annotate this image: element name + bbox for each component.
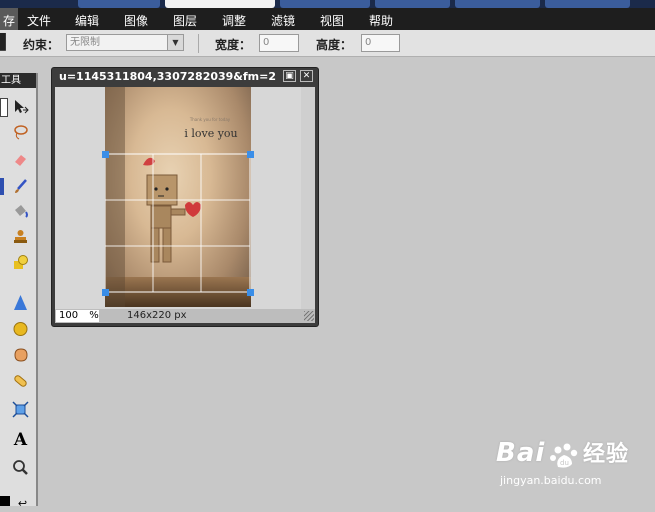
watermark-brand: Bai xyxy=(496,438,546,468)
eraser-tool-icon[interactable] xyxy=(12,151,29,168)
browser-tab-strip xyxy=(0,0,655,8)
svg-text:du: du xyxy=(560,459,569,467)
menu-file[interactable]: 文件 xyxy=(27,12,51,29)
crop-handle-bottom-right[interactable] xyxy=(247,289,254,296)
watermark-url: jingyan.baidu.com xyxy=(500,474,602,487)
divider xyxy=(198,34,199,53)
height-input[interactable]: 0 xyxy=(361,34,400,52)
zoom-value: 100 xyxy=(59,310,79,321)
brush-tool-icon[interactable] xyxy=(12,178,29,195)
menu-image[interactable]: 图像 xyxy=(124,12,148,29)
tab-4[interactable] xyxy=(375,0,450,8)
zoom-field[interactable]: 100 % xyxy=(56,310,99,322)
crop-tool-icon[interactable] xyxy=(0,98,8,117)
options-bar: ▌ 约束： 无限制 ▼ 宽度： 0 高度： 0 xyxy=(0,30,655,57)
width-label: 宽度： xyxy=(215,38,252,52)
text-tool-icon[interactable]: A xyxy=(12,432,29,449)
triangle-tool-icon[interactable] xyxy=(12,294,29,311)
image-dimensions: 146x220 px xyxy=(127,310,187,321)
tools-panel: 工具 A ↩ xyxy=(0,73,38,510)
zoom-tool-icon[interactable] xyxy=(12,459,29,476)
crop-selection[interactable] xyxy=(105,87,251,307)
foreground-color-swatch[interactable] xyxy=(0,496,10,506)
tab-3[interactable] xyxy=(280,0,370,8)
transform-tool-icon[interactable] xyxy=(12,401,29,418)
smudge-tool-icon[interactable] xyxy=(12,346,29,363)
close-icon[interactable]: ✕ xyxy=(300,70,313,82)
menu-view[interactable]: 视图 xyxy=(320,12,344,29)
maximize-icon[interactable]: ▣ xyxy=(283,70,296,82)
move-tool-icon[interactable] xyxy=(12,98,29,115)
image-window[interactable]: u=1145311804,3307282039&fm=2 ▣ ✕ Thank y… xyxy=(51,67,319,327)
dropdown-arrow-icon[interactable]: ▼ xyxy=(167,35,183,50)
shape-tool-icon[interactable] xyxy=(12,254,29,271)
lasso-tool-icon[interactable] xyxy=(12,124,29,141)
paw-icon: du xyxy=(549,441,579,474)
swap-colors-icon[interactable]: ↩ xyxy=(14,495,31,512)
photo[interactable]: Thank you for today i love you xyxy=(105,87,251,307)
canvas-area[interactable]: Thank you for today i love you xyxy=(55,87,315,309)
image-window-title: u=1145311804,3307282039&fm=2 xyxy=(59,70,277,83)
constraint-select[interactable]: 无限制 ▼ xyxy=(66,34,184,51)
width-input[interactable]: 0 xyxy=(259,34,299,52)
menu-filter[interactable]: 滤镜 xyxy=(271,12,295,29)
menu-bar: 存 文件 编辑 图像 图层 调整 滤镜 视图 帮助 xyxy=(0,8,655,30)
crop-handle-top-right[interactable] xyxy=(247,151,254,158)
tab-2[interactable] xyxy=(165,0,275,8)
image-status-bar: 100 % 146x220 px xyxy=(55,309,315,323)
menu-save[interactable]: 存 xyxy=(0,8,18,30)
bandage-tool-icon[interactable] xyxy=(12,372,29,389)
resize-grip-icon[interactable] xyxy=(304,311,314,321)
tab-5[interactable] xyxy=(455,0,540,8)
menu-adjust[interactable]: 调整 xyxy=(222,12,246,29)
stamp-tool-icon[interactable] xyxy=(12,228,29,245)
crop-tool-indicator-icon: ▌ xyxy=(0,33,12,51)
height-label: 高度： xyxy=(316,38,353,52)
watermark-brand-cn: 经验 xyxy=(582,442,629,467)
tab-6[interactable] xyxy=(545,0,630,8)
baidu-watermark: Bai du 经验 jingyan.baidu.com xyxy=(496,436,629,487)
menu-help[interactable]: 帮助 xyxy=(369,12,393,29)
menu-layer[interactable]: 图层 xyxy=(173,12,197,29)
color-fg-edge xyxy=(0,178,4,195)
vertical-scrollbar[interactable] xyxy=(301,87,315,309)
bucket-tool-icon[interactable] xyxy=(12,203,29,220)
zoom-unit: % xyxy=(89,310,99,321)
sponge-tool-icon[interactable] xyxy=(12,320,29,337)
crop-handle-bottom-left[interactable] xyxy=(102,289,109,296)
constraint-label: 约束： xyxy=(23,38,60,52)
tab-1[interactable] xyxy=(78,0,160,8)
tools-panel-title: 工具 xyxy=(0,73,36,88)
menu-edit[interactable]: 编辑 xyxy=(75,12,99,29)
constraint-value: 无限制 xyxy=(70,37,100,48)
crop-handle-top-left[interactable] xyxy=(102,151,109,158)
